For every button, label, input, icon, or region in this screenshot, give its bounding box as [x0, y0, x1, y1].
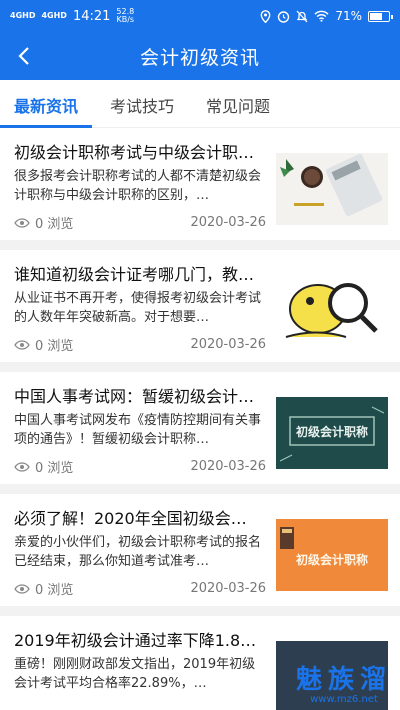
signal-indicator-2: 4GHD [41, 11, 67, 20]
alarm-icon [278, 10, 290, 23]
clock: 14:21 [72, 8, 111, 24]
article-date: 2020-03-26 [190, 581, 266, 596]
view-count: 0 浏览 [35, 461, 74, 476]
battery-icon [368, 10, 393, 22]
article-thumbnail [276, 153, 388, 225]
watermark-url: www.mz6.net [310, 694, 378, 705]
article-date: 2020-03-26 [190, 215, 266, 230]
eye-icon [14, 583, 30, 594]
mute-icon [296, 10, 308, 22]
watermark-logo-text: 魅族溜 [295, 665, 392, 695]
article-summary: 很多报考会计职称考试的人都不清楚初级会计职称与中级会计职称的区别，… [14, 169, 262, 203]
article-item[interactable]: 必须了解！2020年全国初级会… 亲爱的小伙伴们，初级会计职称考试的报名已经结束… [0, 494, 400, 616]
article-thumbnail: 初级会计职称 [276, 397, 388, 469]
tab-bar: 最新资讯 考试技巧 常见问题 [0, 80, 400, 128]
tab-exam-tips[interactable]: 考试技巧 [110, 93, 174, 127]
article-item[interactable]: 谁知道初级会计证考哪几门，教… 从业证书不再开考，使得报考初级会计考试的人数年年… [0, 250, 400, 372]
wifi-icon [314, 10, 329, 22]
eye-icon [14, 461, 30, 472]
thumbnail-caption: 初级会计职称 [295, 425, 368, 439]
eye-icon [14, 339, 30, 350]
view-count: 0 浏览 [35, 339, 74, 354]
article-summary: 重磅！刚刚财政部发文指出，2019年初级会计考试平均合格率22.89%，… [14, 657, 256, 691]
top-bar: 4GHD 4GHD 14:21 52.8 KB/s 71% 会计初级资讯 [0, 0, 400, 80]
eye-icon [14, 217, 30, 228]
chevron-left-icon [18, 47, 29, 65]
cartoon-magnifier-illustration [285, 283, 378, 338]
article-list: 初级会计职称考试与中级会计职… 很多报考会计职称考试的人都不清楚初级会计职称与中… [0, 128, 400, 710]
calculator-photo [280, 153, 383, 217]
back-button[interactable] [8, 40, 40, 72]
article-summary: 亲爱的小伙伴们，初级会计职称考试的报名已经结束，那么你知道考试准考… [14, 535, 262, 569]
nav-bar: 会计初级资讯 [0, 32, 400, 80]
view-count: 0 浏览 [35, 583, 74, 598]
article-date: 2020-03-26 [190, 337, 266, 352]
article-title: 中国人事考试网：暂缓初级会计… [14, 387, 255, 406]
status-bar: 4GHD 4GHD 14:21 52.8 KB/s 71% [0, 0, 400, 32]
article-thumbnail: 初级会计职称 [276, 519, 388, 591]
article-summary: 中国人事考试网发布《疫情防控期间有关事项的通告》！暂缓初级会计职称… [14, 413, 262, 447]
article-title: 谁知道初级会计证考哪几门，教… [14, 265, 255, 284]
article-date: 2020-03-26 [190, 459, 266, 474]
article-title: 初级会计职称考试与中级会计职… [14, 143, 255, 162]
article-summary: 从业证书不再开考，使得报考初级会计考试的人数年年突破新高。对于想要… [14, 291, 262, 325]
signal-indicator-1: 4GHD [10, 11, 36, 20]
article-thumbnail [276, 275, 388, 347]
article-item[interactable]: 初级会计职称考试与中级会计职… 很多报考会计职称考试的人都不清楚初级会计职称与中… [0, 128, 400, 250]
tab-faq[interactable]: 常见问题 [206, 93, 270, 127]
article-item[interactable]: 中国人事考试网：暂缓初级会计… 中国人事考试网发布《疫情防控期间有关事项的通告》… [0, 372, 400, 494]
location-icon [260, 9, 271, 23]
page-title: 会计初级资讯 [139, 46, 260, 69]
thumbnail-caption: 初级会计职称 [295, 553, 368, 567]
site-watermark: 魅族溜 www.mz6.net [296, 666, 392, 706]
tab-latest-news[interactable]: 最新资讯 [0, 93, 93, 128]
battery-percent: 71% [335, 9, 362, 23]
view-count: 0 浏览 [35, 217, 74, 232]
article-title: 2019年初级会计通过率下降1.8… [14, 631, 257, 650]
network-speed: 52.8 KB/s [116, 7, 135, 24]
article-title: 必须了解！2020年全国初级会… [14, 509, 247, 528]
